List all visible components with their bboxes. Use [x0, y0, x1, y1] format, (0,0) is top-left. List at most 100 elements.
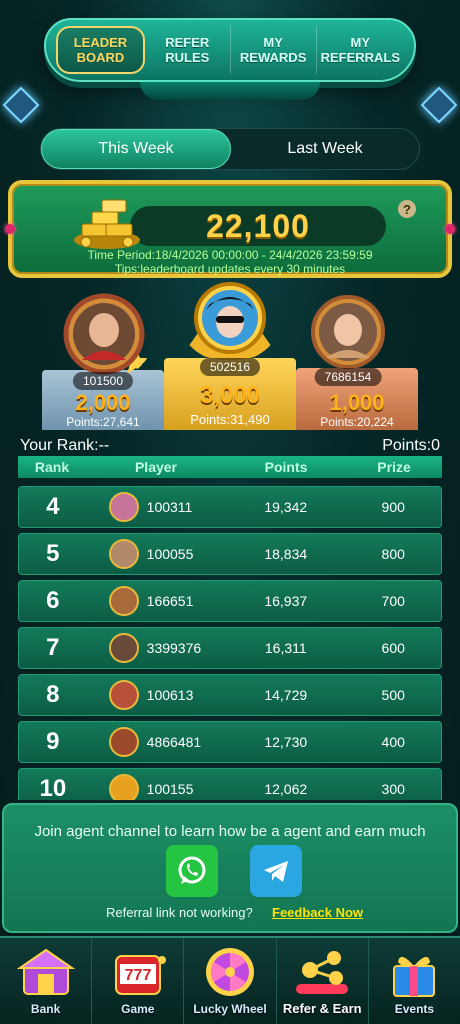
telegram-button[interactable]	[250, 845, 302, 897]
avatar	[108, 586, 139, 616]
row-prize: 700	[381, 593, 405, 609]
referral-issue-text: Referral link not working?	[106, 905, 253, 920]
tab-refer-rules[interactable]: REFER RULES	[145, 26, 231, 74]
avatar	[108, 492, 139, 522]
player-id: 100311	[146, 499, 193, 515]
tab-leaderboard[interactable]: LEADER BOARD	[56, 26, 145, 74]
row-rank: 7	[46, 634, 60, 661]
your-points-label: Points:0	[382, 437, 440, 454]
whatsapp-icon	[178, 856, 206, 884]
update-tips-text: Tips:leaderboard updates every 30 minute…	[114, 262, 346, 276]
row-player: 100155	[87, 774, 226, 800]
bottom-navigation: Bank 777 Game Lucky Wheel Refer & Earn E…	[0, 936, 460, 1024]
right-diamond-icon	[420, 86, 458, 124]
row-rank: 9	[46, 728, 60, 755]
header-prize: Prize	[377, 459, 411, 475]
prize-pool-banner: 22,100 ? Time Period:18/4/2026 00:00:00 …	[5, 180, 455, 278]
row-points: 19,342	[264, 499, 308, 515]
table-row: 6 166651 16,937 700	[18, 580, 442, 622]
row-player: 100613	[87, 680, 226, 710]
agent-channel-message: Join agent channel to learn how be a age…	[34, 823, 426, 840]
tab-bar-base	[140, 82, 320, 100]
table-row: 7 3399376 16,311 600	[18, 627, 442, 669]
podium-first-points: Points:31,490	[190, 412, 270, 427]
whatsapp-button[interactable]	[166, 845, 218, 897]
nav-game[interactable]: 777 Game	[92, 938, 185, 1024]
nav-lucky-wheel-label: Lucky Wheel	[193, 1002, 267, 1016]
row-points: 12,062	[264, 781, 308, 797]
podium-first-id: 502516	[199, 358, 261, 376]
player-id: 100155	[146, 781, 194, 797]
nav-bank-label: Bank	[30, 1002, 61, 1016]
feedback-now-link[interactable]: Feedback Now	[272, 905, 363, 920]
gold-bars-icon	[74, 199, 140, 249]
avatar	[108, 774, 139, 800]
week-toggle: This Week Last Week	[40, 128, 420, 170]
nav-events[interactable]: Events	[369, 938, 460, 1024]
row-prize: 500	[381, 687, 405, 703]
gem-icon	[5, 224, 15, 234]
left-diamond-icon	[2, 86, 40, 124]
nav-bank[interactable]: Bank	[0, 938, 93, 1024]
svg-text:777: 777	[124, 967, 151, 984]
telegram-icon	[264, 861, 288, 882]
row-rank: 10	[39, 775, 67, 800]
row-prize: 400	[381, 734, 405, 750]
row-points: 18,834	[264, 546, 308, 562]
prize-pool-amount: 22,100	[206, 207, 310, 244]
player-id: 166651	[146, 593, 194, 609]
avatar	[108, 539, 139, 569]
podium-second-prize: 2,000	[75, 390, 131, 415]
row-points: 12,730	[264, 734, 308, 750]
header-rank: Rank	[34, 459, 70, 475]
rank-table-body[interactable]: 4 100311 19,342 900 5 100055 18,834 800 …	[18, 486, 442, 800]
agent-channel-panel: Join agent channel to learn how be a age…	[2, 803, 458, 933]
player-id: 100613	[146, 687, 194, 703]
player-id: 3399376	[146, 640, 202, 656]
gem-icon	[445, 224, 455, 234]
table-row: 5 100055 18,834 800	[18, 533, 442, 575]
player-id: 100055	[146, 546, 194, 562]
bank-icon	[16, 948, 75, 995]
row-prize: 300	[381, 781, 405, 797]
tab-my-referrals[interactable]: MY REFERRALS	[317, 26, 404, 74]
podium-first-prize: 3,000	[199, 382, 261, 409]
row-prize: 800	[381, 546, 405, 562]
nav-refer-earn-label: Refer & Earn	[282, 1001, 362, 1016]
table-row: 9 4866481 12,730 400	[18, 721, 442, 763]
your-rank-label: Your Rank:--	[20, 437, 110, 454]
podium-third-id: 7686154	[314, 368, 382, 386]
row-player: 100055	[87, 539, 226, 569]
podium-second-points: Points:27,641	[66, 415, 140, 429]
table-row: 8 100613 14,729 500	[18, 674, 442, 716]
this-week-button[interactable]: This Week	[41, 129, 231, 169]
podium-third-prize: 1,000	[329, 390, 385, 415]
tab-my-rewards[interactable]: MY REWARDS	[231, 26, 317, 74]
podium-third-points: Points:20,224	[320, 415, 394, 429]
rank-table-header: Rank Player Points Prize	[18, 456, 442, 478]
last-week-button[interactable]: Last Week	[231, 129, 419, 169]
table-row: 4 100311 19,342 900	[18, 486, 442, 528]
row-prize: 600	[381, 640, 405, 656]
avatar-first-place	[186, 282, 274, 360]
avatar-second-place	[63, 293, 150, 375]
row-points: 14,729	[264, 687, 308, 703]
row-player: 4866481	[87, 727, 226, 757]
avatar	[108, 727, 139, 757]
row-prize: 900	[381, 499, 405, 515]
nav-refer-earn[interactable]: Refer & Earn	[277, 938, 369, 1024]
help-icon[interactable]: ?	[398, 200, 416, 218]
nav-events-label: Events	[394, 1002, 435, 1016]
row-rank: 8	[46, 681, 60, 708]
gift-icon	[393, 956, 436, 997]
top-tab-bar: LEADER BOARD REFER RULES MY REWARDS MY R…	[44, 18, 416, 82]
wheel-icon	[206, 948, 254, 996]
avatar-third-place	[311, 295, 385, 369]
nav-game-label: Game	[121, 1002, 155, 1016]
row-rank: 5	[46, 540, 60, 567]
header-player: Player	[134, 459, 178, 475]
player-id: 4866481	[146, 734, 202, 750]
podium-second-id: 101500	[72, 372, 134, 390]
nav-lucky-wheel[interactable]: Lucky Wheel	[184, 938, 277, 1024]
row-points: 16,937	[264, 593, 308, 609]
